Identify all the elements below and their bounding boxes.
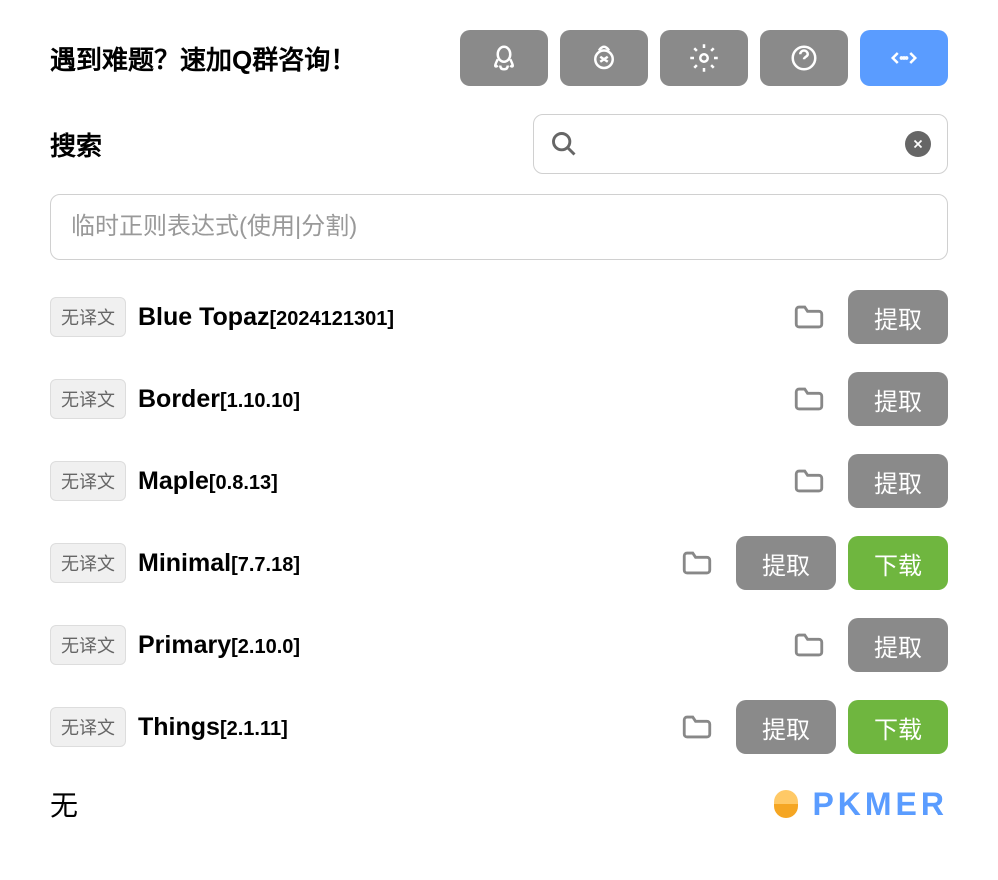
list-item: 无译文 Primary [2.10.0] 提取: [50, 618, 948, 672]
folder-button[interactable]: [670, 536, 724, 590]
item-title: Things [2.1.11]: [138, 713, 658, 742]
item-name: Things: [138, 713, 220, 742]
no-translation-badge: 无译文: [50, 543, 126, 583]
settings-icon-button[interactable]: [660, 30, 748, 86]
item-title: Border [1.10.10]: [138, 385, 770, 414]
folder-button[interactable]: [782, 372, 836, 426]
footer-text: 无: [50, 784, 78, 824]
close-icon: [911, 137, 925, 151]
no-translation-badge: 无译文: [50, 297, 126, 337]
fruit-icon-button[interactable]: [560, 30, 648, 86]
list-item: 无译文 Things [2.1.11] 提取下载: [50, 700, 948, 754]
qq-icon-button[interactable]: [460, 30, 548, 86]
extract-button[interactable]: 提取: [848, 618, 948, 672]
extract-button[interactable]: 提取: [736, 700, 836, 754]
item-title: Blue Topaz [2024121301]: [138, 303, 770, 332]
list-item: 无译文 Border [1.10.10] 提取: [50, 372, 948, 426]
item-name: Maple: [138, 467, 209, 496]
item-name: Border: [138, 385, 220, 414]
toolbar: [460, 30, 948, 86]
extract-button[interactable]: 提取: [848, 290, 948, 344]
list-item: 无译文 Maple [0.8.13] 提取: [50, 454, 948, 508]
item-title: Minimal [7.7.18]: [138, 549, 658, 578]
item-version: [1.10.10]: [220, 390, 300, 413]
item-version: [2024121301]: [269, 308, 394, 331]
item-name: Primary: [138, 631, 231, 660]
help-icon-button[interactable]: [760, 30, 848, 86]
item-version: [2.10.0]: [231, 636, 300, 659]
no-translation-badge: 无译文: [50, 379, 126, 419]
header-title: 遇到难题？速加Q群咨询！: [50, 40, 356, 77]
folder-button[interactable]: [782, 454, 836, 508]
extract-button[interactable]: 提取: [848, 454, 948, 508]
gear-icon: [689, 43, 719, 73]
no-translation-badge: 无译文: [50, 461, 126, 501]
item-name: Blue Topaz: [138, 303, 269, 332]
item-title: Primary [2.10.0]: [138, 631, 770, 660]
list-item: 无译文 Blue Topaz [2024121301] 提取: [50, 290, 948, 344]
item-version: [2.1.11]: [220, 718, 288, 741]
extract-button[interactable]: 提取: [736, 536, 836, 590]
folder-button[interactable]: [670, 700, 724, 754]
search-input[interactable]: [590, 133, 893, 156]
search-box[interactable]: [533, 114, 948, 174]
download-button[interactable]: 下载: [848, 536, 948, 590]
search-icon: [550, 130, 578, 158]
logo-mark-icon: [768, 786, 804, 822]
regex-input[interactable]: [50, 194, 948, 260]
penguin-icon: [489, 43, 519, 73]
search-label: 搜索: [50, 126, 102, 163]
clear-search-button[interactable]: [905, 131, 931, 157]
download-button[interactable]: 下载: [848, 700, 948, 754]
code-icon-button[interactable]: [860, 30, 948, 86]
coconut-icon: [589, 43, 619, 73]
list-item: 无译文 Minimal [7.7.18] 提取下载: [50, 536, 948, 590]
help-icon: [789, 43, 819, 73]
item-title: Maple [0.8.13]: [138, 467, 770, 496]
code-dots-icon: [889, 43, 919, 73]
folder-button[interactable]: [782, 618, 836, 672]
item-version: [7.7.18]: [231, 554, 300, 577]
logo-text: PKMER: [812, 786, 948, 823]
no-translation-badge: 无译文: [50, 707, 126, 747]
folder-button[interactable]: [782, 290, 836, 344]
extract-button[interactable]: 提取: [848, 372, 948, 426]
item-version: [0.8.13]: [209, 472, 278, 495]
item-name: Minimal: [138, 549, 231, 578]
theme-list: 无译文 Blue Topaz [2024121301] 提取 无译文 Borde…: [50, 290, 948, 754]
footer-logo: PKMER: [768, 786, 948, 823]
no-translation-badge: 无译文: [50, 625, 126, 665]
